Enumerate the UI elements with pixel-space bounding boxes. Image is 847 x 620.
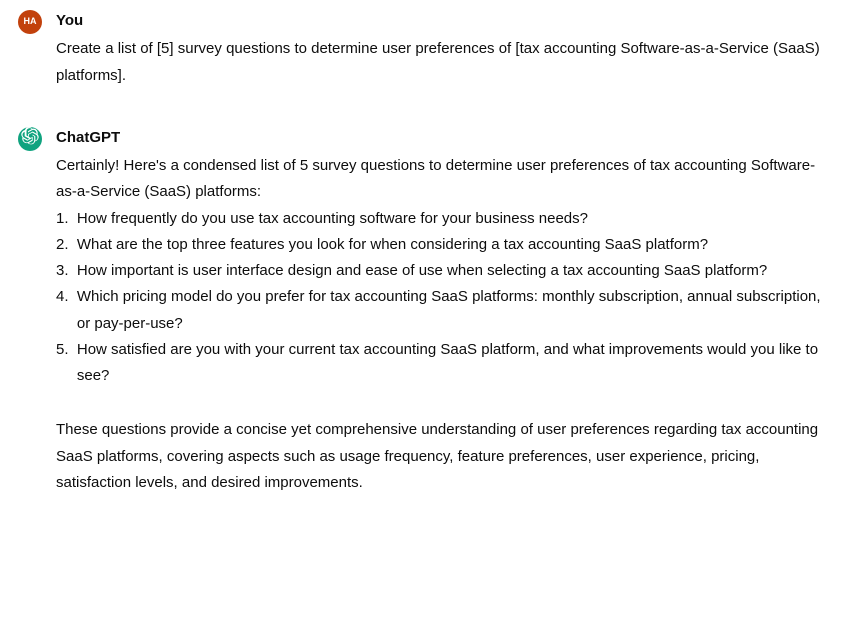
user-sender-label: You xyxy=(56,8,829,34)
list-item: 3. How important is user interface desig… xyxy=(56,258,829,284)
list-item-number: 2. xyxy=(56,232,77,258)
assistant-sender-label: ChatGPT xyxy=(56,125,829,151)
list-item-number: 4. xyxy=(56,284,77,337)
assistant-avatar xyxy=(18,127,42,151)
user-message-text: Create a list of [5] survey questions to… xyxy=(56,36,829,89)
list-item-text: How important is user interface design a… xyxy=(77,258,767,284)
list-item-number: 3. xyxy=(56,258,77,284)
user-message-content: Create a list of [5] survey questions to… xyxy=(56,36,829,89)
assistant-message-body: ChatGPT Certainly! Here's a condensed li… xyxy=(56,125,829,496)
list-item-number: 5. xyxy=(56,337,77,390)
list-item: 2. What are the top three features you l… xyxy=(56,232,829,258)
chatgpt-icon xyxy=(21,127,39,151)
list-item: 4. Which pricing model do you prefer for… xyxy=(56,284,829,337)
assistant-message: ChatGPT Certainly! Here's a condensed li… xyxy=(18,125,829,496)
user-message: HA You Create a list of [5] survey quest… xyxy=(18,8,829,89)
list-item-text: How frequently do you use tax accounting… xyxy=(77,206,588,232)
list-item-text: Which pricing model do you prefer for ta… xyxy=(77,284,829,337)
list-item-text: How satisfied are you with your current … xyxy=(77,337,829,390)
list-item: 1. How frequently do you use tax account… xyxy=(56,206,829,232)
user-message-body: You Create a list of [5] survey question… xyxy=(56,8,829,89)
assistant-message-content: Certainly! Here's a condensed list of 5 … xyxy=(56,153,829,496)
list-item: 5. How satisfied are you with your curre… xyxy=(56,337,829,390)
list-item-text: What are the top three features you look… xyxy=(77,232,708,258)
user-avatar: HA xyxy=(18,10,42,34)
assistant-intro-text: Certainly! Here's a condensed list of 5 … xyxy=(56,153,829,206)
assistant-outro-text: These questions provide a concise yet co… xyxy=(56,417,829,496)
assistant-list: 1. How frequently do you use tax account… xyxy=(56,206,829,390)
list-item-number: 1. xyxy=(56,206,77,232)
user-avatar-initials: HA xyxy=(24,14,37,30)
